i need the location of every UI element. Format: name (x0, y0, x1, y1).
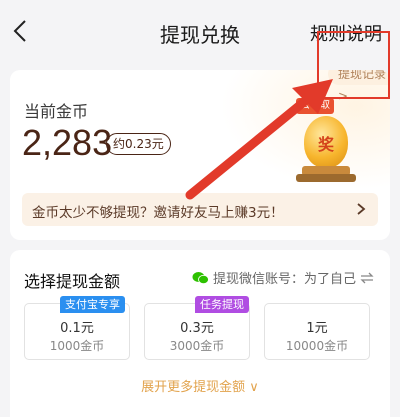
option-coins: 1000金币 (49, 339, 105, 353)
withdraw-record-link[interactable]: 提现记录 > (328, 70, 390, 103)
wechat-account-selector[interactable]: 提现微信账号：为了自己 (192, 268, 374, 287)
option-coins: 3000金币 (169, 339, 225, 353)
rules-link[interactable]: 规则说明 (310, 20, 382, 46)
coins-value: 2,283 (22, 122, 113, 163)
chevron-right-icon (357, 203, 366, 215)
golden-egg-icon: 奖 (304, 116, 348, 168)
section-title: 选择提现金额 (24, 272, 121, 291)
expand-more-link[interactable]: 展开更多提现金额 ∨ (10, 376, 390, 395)
withdraw-option[interactable]: 任务提现 0.3元 3000金币 (144, 296, 250, 360)
reward-label: 奖 (317, 135, 334, 154)
coin-balance-card: 提现记录 > 当前金币 2,283 约0.23元 奖 去领取 金币太少不够提现？… (10, 70, 390, 240)
wechat-account-label: 提现微信账号：为了自己 (212, 272, 356, 287)
claim-tag: 去领取 (296, 98, 334, 114)
withdraw-option[interactable]: 支付宝专享 0.1元 1000金币 (24, 296, 130, 360)
wechat-icon (192, 271, 209, 284)
option-amount: 1元 (306, 321, 328, 336)
approx-value-badge: 约0.23元 (106, 133, 171, 155)
switch-icon (360, 272, 374, 283)
reward-trophy[interactable]: 奖 去领取 (290, 98, 362, 188)
option-amount: 0.1元 (60, 321, 94, 336)
option-coins: 10000金币 (285, 339, 349, 353)
current-coins-label: 当前金币 (24, 102, 89, 121)
withdraw-option[interactable]: 1元 10000金币 (264, 303, 370, 360)
option-amount: 0.3元 (180, 321, 214, 336)
option-tag: 支付宝专享 (60, 296, 125, 313)
invite-text: 金币太少不够提现？邀请好友马上赚3元！ (32, 205, 284, 221)
withdraw-amount-card: 选择提现金额 提现微信账号：为了自己 支付宝专享 0.1元 1000金币 任务提… (10, 250, 390, 417)
option-tag: 任务提现 (195, 296, 249, 313)
top-nav-bar: 提现兑换 规则说明 (0, 0, 400, 62)
invite-banner[interactable]: 金币太少不够提现？邀请好友马上赚3元！ (22, 193, 378, 226)
